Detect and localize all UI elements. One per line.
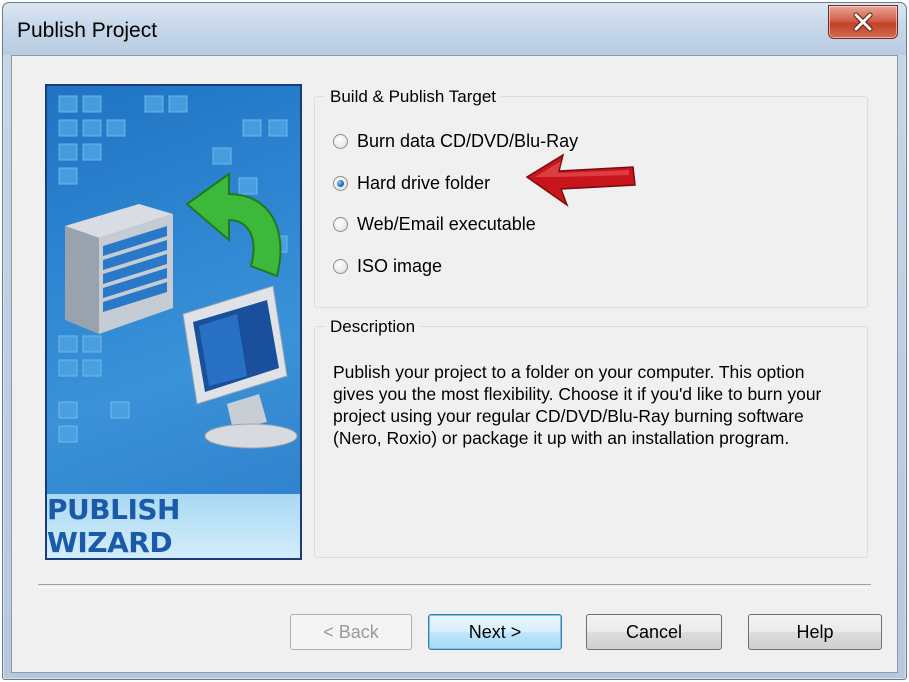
close-x-icon [853,12,873,32]
option-burn-disc[interactable]: Burn data CD/DVD/Blu-Ray [333,131,578,152]
server-to-computer-icon [58,95,298,449]
description-group: Description Publish your project to a fo… [314,317,868,558]
publish-project-dialog: Publish Project PUBLISH WIZARD Build & P… [2,2,907,680]
help-button[interactable]: Help [748,614,882,650]
publish-target-legend: Build & Publish Target [325,87,502,107]
wizard-label: PUBLISH WIZARD [47,493,300,558]
dialog-client-area: PUBLISH WIZARD Build & Publish Target Bu… [11,55,898,673]
option-burn-disc-label: Burn data CD/DVD/Blu-Ray [357,131,579,151]
close-button[interactable] [828,5,898,39]
radio-hard-drive-folder[interactable] [333,176,348,191]
title-bar[interactable]: Publish Project [3,3,906,55]
radio-web-email-executable[interactable] [333,217,348,232]
publish-target-group: Build & Publish Target Burn data CD/DVD/… [314,87,868,308]
red-arrow-icon [525,153,636,208]
option-web-email-executable-label: Web/Email executable [357,214,536,234]
radio-iso-image[interactable] [333,259,348,274]
option-web-email-executable[interactable]: Web/Email executable [333,214,536,235]
description-legend: Description [325,317,421,337]
description-text: Publish your project to a folder on your… [333,362,822,448]
option-iso-image[interactable]: ISO image [333,256,442,277]
wizard-image-panel: PUBLISH WIZARD [45,84,302,560]
cancel-button[interactable]: Cancel [586,614,722,650]
back-button[interactable]: < Back [290,614,412,650]
option-hard-drive-folder[interactable]: Hard drive folder [333,173,490,194]
radio-burn-disc[interactable] [333,134,348,149]
option-hard-drive-folder-label: Hard drive folder [357,173,491,193]
window-title: Publish Project [17,19,158,42]
button-separator [38,584,871,588]
next-button[interactable]: Next > [428,614,562,650]
option-iso-image-label: ISO image [357,256,443,276]
